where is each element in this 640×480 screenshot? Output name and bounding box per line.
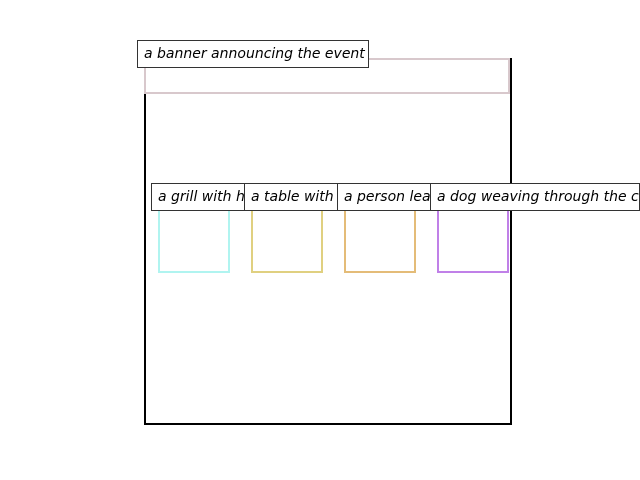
dog-label: a dog weaving through the crowd (430, 183, 640, 211)
banner-label: a banner announcing the event (137, 40, 369, 68)
diagram-canvas: a banner announcing the event a grill wi… (0, 0, 640, 480)
